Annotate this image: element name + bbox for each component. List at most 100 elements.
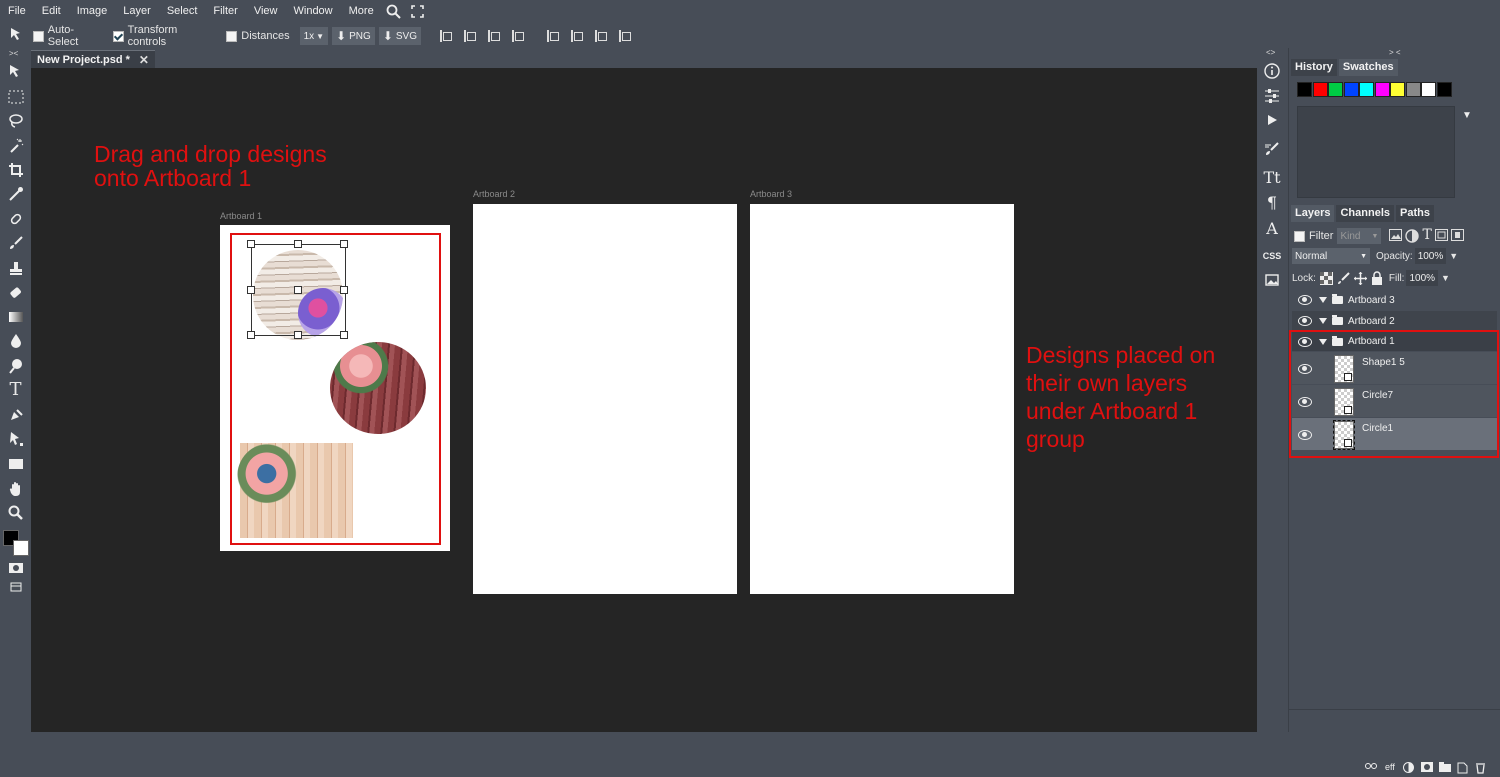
filter-smart-object-icon[interactable] — [1450, 229, 1464, 241]
stamp-tool-icon[interactable] — [6, 258, 25, 277]
align-top-icon[interactable] — [547, 30, 561, 42]
transform-handle[interactable] — [294, 331, 302, 339]
mask-icon[interactable] — [1421, 762, 1433, 772]
tab-paths[interactable]: Paths — [1396, 205, 1434, 222]
marquee-tool-icon[interactable] — [6, 87, 25, 106]
opacity-input[interactable]: 100% — [1414, 248, 1447, 264]
screen-mode-icon[interactable] — [6, 577, 25, 596]
menu-layer[interactable]: Layer — [115, 5, 159, 17]
search-icon[interactable] — [386, 4, 401, 19]
eraser-icon[interactable] — [6, 283, 25, 302]
new-adjustment-icon[interactable] — [1403, 762, 1414, 773]
opacity-dropdown-icon[interactable]: ▼ — [1449, 251, 1458, 261]
zoom-tool-icon[interactable] — [6, 503, 25, 522]
play-icon[interactable] — [1264, 112, 1280, 128]
auto-select-checkbox[interactable] — [33, 30, 44, 42]
background-color-swatch[interactable] — [13, 540, 29, 556]
filter-adjustment-icon[interactable] — [1405, 229, 1420, 243]
color-swatch[interactable] — [1343, 82, 1359, 97]
hand-tool-icon[interactable] — [6, 479, 25, 498]
type-tool-icon[interactable]: T — [6, 379, 25, 400]
collapse-icon[interactable]: >< — [9, 49, 18, 58]
transform-handle[interactable] — [340, 240, 348, 248]
panel-collapse-icon[interactable]: > < — [1389, 48, 1401, 57]
menu-view[interactable]: View — [246, 5, 286, 17]
rectangle-tool-icon[interactable] — [6, 454, 25, 473]
lock-transparency-icon[interactable] — [1319, 271, 1333, 285]
panel-menu-icon[interactable]: ▼ — [1462, 110, 1472, 121]
transform-controls-checkbox[interactable] — [112, 30, 124, 42]
artboard-1[interactable] — [220, 225, 450, 551]
tab-layers[interactable]: Layers — [1291, 205, 1335, 222]
kind-select[interactable]: Kind ▼ — [1337, 228, 1382, 244]
fullscreen-icon[interactable] — [410, 4, 424, 18]
design-red-wood-circle[interactable] — [330, 342, 426, 434]
lock-position-icon[interactable] — [1353, 271, 1367, 285]
color-swatch[interactable] — [1390, 82, 1405, 97]
export-png-button[interactable]: ⬇ PNG — [332, 27, 375, 45]
artboard-2[interactable] — [473, 204, 737, 594]
align-center-h-icon[interactable] — [464, 30, 478, 42]
gradient-tool-icon[interactable] — [6, 307, 25, 326]
filter-text-icon[interactable]: T — [1422, 228, 1431, 243]
filter-image-icon[interactable] — [1389, 229, 1403, 241]
magic-wand-icon[interactable] — [6, 136, 25, 155]
transform-controls-option[interactable]: Transform controls — [112, 24, 216, 48]
color-swatch[interactable] — [1328, 82, 1343, 97]
close-icon[interactable]: ✕ — [139, 53, 149, 67]
paragraph-icon[interactable]: ¶ — [1264, 193, 1280, 212]
transform-handle[interactable] — [340, 331, 348, 339]
color-swatch[interactable] — [1312, 82, 1328, 97]
menu-edit[interactable]: Edit — [34, 5, 69, 17]
align-bottom-icon[interactable] — [595, 30, 609, 42]
menu-filter[interactable]: Filter — [205, 5, 245, 17]
expand-triangle-icon[interactable] — [1319, 297, 1327, 303]
image-icon[interactable] — [1264, 272, 1280, 288]
tab-swatches[interactable]: Swatches — [1338, 59, 1398, 76]
adjustments-icon[interactable] — [1264, 88, 1280, 104]
distances-checkbox[interactable] — [226, 30, 238, 42]
new-layer-icon[interactable] — [1457, 762, 1468, 774]
color-swatch[interactable] — [1359, 82, 1374, 97]
fill-input[interactable]: 100% — [1406, 270, 1439, 286]
brush-tool-icon[interactable] — [6, 233, 25, 252]
layer-group-artboard-2[interactable]: Artboard 2 — [1292, 311, 1497, 331]
layer-group-artboard-3[interactable]: Artboard 3 — [1292, 290, 1497, 310]
zoom-select[interactable]: 1x ▼ — [299, 27, 329, 45]
quick-mask-icon[interactable] — [6, 558, 25, 577]
align-right-icon[interactable] — [488, 30, 502, 42]
transform-handle[interactable] — [294, 240, 302, 248]
lock-paint-icon[interactable] — [1337, 271, 1350, 285]
menu-window[interactable]: Window — [286, 5, 341, 17]
glyphs-icon[interactable]: A — [1264, 219, 1280, 238]
menu-select[interactable]: Select — [159, 5, 206, 17]
path-select-icon[interactable] — [6, 429, 25, 448]
pen-tool-icon[interactable] — [6, 405, 25, 424]
healing-brush-icon[interactable] — [6, 209, 25, 228]
color-swatch[interactable] — [1421, 82, 1436, 97]
tab-history[interactable]: History — [1291, 59, 1337, 76]
new-group-icon[interactable] — [1439, 762, 1451, 772]
move-tool-icon[interactable] — [6, 62, 25, 81]
color-swatch[interactable] — [1405, 82, 1421, 97]
distances-option[interactable]: Distances — [226, 30, 290, 42]
export-svg-button[interactable]: ⬇ SVG — [378, 27, 421, 45]
swatch-area[interactable] — [1297, 106, 1455, 198]
artboard-3[interactable] — [750, 204, 1014, 594]
transform-handle[interactable] — [247, 286, 255, 294]
transform-handle[interactable] — [247, 331, 255, 339]
align-center-v-icon[interactable] — [571, 30, 585, 42]
dodge-tool-icon[interactable] — [6, 356, 25, 375]
canvas-area[interactable]: Artboard 1 Artboard 2 Artboard 3 Drag an… — [31, 68, 1257, 732]
eyedropper-icon[interactable] — [6, 184, 25, 203]
color-swatch[interactable] — [1436, 82, 1452, 97]
transform-handle[interactable] — [247, 240, 255, 248]
menu-file[interactable]: File — [0, 5, 34, 17]
distribute-v-icon[interactable] — [619, 30, 633, 42]
visibility-eye-icon[interactable] — [1298, 316, 1312, 326]
crop-tool-icon[interactable] — [6, 160, 25, 179]
lock-all-icon[interactable] — [1371, 271, 1383, 285]
color-swatch[interactable] — [1297, 82, 1312, 97]
delete-layer-icon[interactable] — [1475, 762, 1486, 774]
transform-handle[interactable] — [340, 286, 348, 294]
